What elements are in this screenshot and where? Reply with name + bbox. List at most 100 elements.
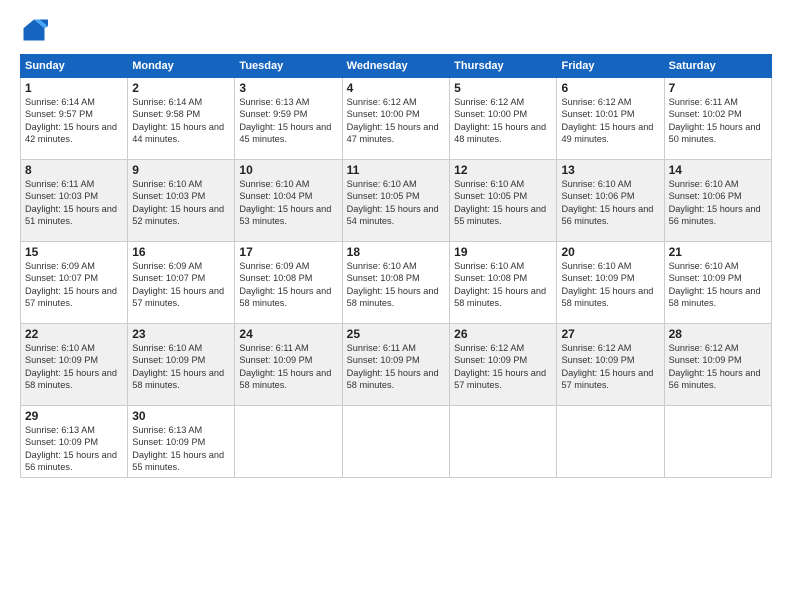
day-detail: Sunrise: 6:11 AM Sunset: 10:03 PM Daylig…: [25, 178, 123, 228]
page-header: [20, 16, 772, 44]
day-detail: Sunrise: 6:13 AM Sunset: 10:09 PM Daylig…: [25, 424, 123, 474]
day-detail: Sunrise: 6:14 AM Sunset: 9:57 PM Dayligh…: [25, 96, 123, 146]
day-number: 20: [561, 245, 659, 259]
table-row: 14 Sunrise: 6:10 AM Sunset: 10:06 PM Day…: [664, 160, 771, 242]
day-number: 17: [239, 245, 337, 259]
table-row: 12 Sunrise: 6:10 AM Sunset: 10:05 PM Day…: [450, 160, 557, 242]
table-row: 24 Sunrise: 6:11 AM Sunset: 10:09 PM Day…: [235, 324, 342, 406]
day-number: 18: [347, 245, 445, 259]
day-detail: Sunrise: 6:11 AM Sunset: 10:09 PM Daylig…: [239, 342, 337, 392]
table-row: 22 Sunrise: 6:10 AM Sunset: 10:09 PM Day…: [21, 324, 128, 406]
day-number: 15: [25, 245, 123, 259]
col-monday: Monday: [128, 55, 235, 78]
day-detail: Sunrise: 6:10 AM Sunset: 10:03 PM Daylig…: [132, 178, 230, 228]
day-number: 1: [25, 81, 123, 95]
calendar-week-row: 15 Sunrise: 6:09 AM Sunset: 10:07 PM Day…: [21, 242, 772, 324]
day-number: 25: [347, 327, 445, 341]
day-detail: Sunrise: 6:14 AM Sunset: 9:58 PM Dayligh…: [132, 96, 230, 146]
table-row: 18 Sunrise: 6:10 AM Sunset: 10:08 PM Day…: [342, 242, 449, 324]
table-row: 9 Sunrise: 6:10 AM Sunset: 10:03 PM Dayl…: [128, 160, 235, 242]
table-row: 2 Sunrise: 6:14 AM Sunset: 9:58 PM Dayli…: [128, 78, 235, 160]
table-row: [450, 406, 557, 478]
day-number: 23: [132, 327, 230, 341]
day-number: 24: [239, 327, 337, 341]
day-detail: Sunrise: 6:11 AM Sunset: 10:09 PM Daylig…: [347, 342, 445, 392]
day-detail: Sunrise: 6:12 AM Sunset: 10:01 PM Daylig…: [561, 96, 659, 146]
table-row: 30 Sunrise: 6:13 AM Sunset: 10:09 PM Day…: [128, 406, 235, 478]
logo: [20, 16, 52, 44]
table-row: 11 Sunrise: 6:10 AM Sunset: 10:05 PM Day…: [342, 160, 449, 242]
day-number: 11: [347, 163, 445, 177]
day-detail: Sunrise: 6:10 AM Sunset: 10:04 PM Daylig…: [239, 178, 337, 228]
table-row: 25 Sunrise: 6:11 AM Sunset: 10:09 PM Day…: [342, 324, 449, 406]
day-number: 14: [669, 163, 767, 177]
day-detail: Sunrise: 6:12 AM Sunset: 10:09 PM Daylig…: [454, 342, 552, 392]
table-row: 19 Sunrise: 6:10 AM Sunset: 10:08 PM Day…: [450, 242, 557, 324]
col-friday: Friday: [557, 55, 664, 78]
day-detail: Sunrise: 6:10 AM Sunset: 10:09 PM Daylig…: [669, 260, 767, 310]
table-row: 8 Sunrise: 6:11 AM Sunset: 10:03 PM Dayl…: [21, 160, 128, 242]
day-number: 12: [454, 163, 552, 177]
day-number: 5: [454, 81, 552, 95]
day-number: 26: [454, 327, 552, 341]
col-tuesday: Tuesday: [235, 55, 342, 78]
calendar-week-row: 1 Sunrise: 6:14 AM Sunset: 9:57 PM Dayli…: [21, 78, 772, 160]
table-row: 4 Sunrise: 6:12 AM Sunset: 10:00 PM Dayl…: [342, 78, 449, 160]
calendar-header-row: Sunday Monday Tuesday Wednesday Thursday…: [21, 55, 772, 78]
table-row: 6 Sunrise: 6:12 AM Sunset: 10:01 PM Dayl…: [557, 78, 664, 160]
col-thursday: Thursday: [450, 55, 557, 78]
table-row: [557, 406, 664, 478]
day-number: 21: [669, 245, 767, 259]
table-row: 16 Sunrise: 6:09 AM Sunset: 10:07 PM Day…: [128, 242, 235, 324]
table-row: [235, 406, 342, 478]
table-row: 10 Sunrise: 6:10 AM Sunset: 10:04 PM Day…: [235, 160, 342, 242]
day-number: 10: [239, 163, 337, 177]
day-detail: Sunrise: 6:09 AM Sunset: 10:07 PM Daylig…: [25, 260, 123, 310]
calendar-week-row: 22 Sunrise: 6:10 AM Sunset: 10:09 PM Day…: [21, 324, 772, 406]
day-number: 28: [669, 327, 767, 341]
day-number: 16: [132, 245, 230, 259]
day-detail: Sunrise: 6:10 AM Sunset: 10:09 PM Daylig…: [132, 342, 230, 392]
day-detail: Sunrise: 6:10 AM Sunset: 10:06 PM Daylig…: [669, 178, 767, 228]
table-row: 29 Sunrise: 6:13 AM Sunset: 10:09 PM Day…: [21, 406, 128, 478]
day-number: 7: [669, 81, 767, 95]
day-detail: Sunrise: 6:12 AM Sunset: 10:09 PM Daylig…: [561, 342, 659, 392]
day-number: 13: [561, 163, 659, 177]
col-sunday: Sunday: [21, 55, 128, 78]
day-detail: Sunrise: 6:13 AM Sunset: 10:09 PM Daylig…: [132, 424, 230, 474]
day-number: 4: [347, 81, 445, 95]
day-detail: Sunrise: 6:09 AM Sunset: 10:07 PM Daylig…: [132, 260, 230, 310]
day-detail: Sunrise: 6:11 AM Sunset: 10:02 PM Daylig…: [669, 96, 767, 146]
table-row: 26 Sunrise: 6:12 AM Sunset: 10:09 PM Day…: [450, 324, 557, 406]
day-number: 27: [561, 327, 659, 341]
day-detail: Sunrise: 6:12 AM Sunset: 10:09 PM Daylig…: [669, 342, 767, 392]
table-row: 28 Sunrise: 6:12 AM Sunset: 10:09 PM Day…: [664, 324, 771, 406]
day-number: 6: [561, 81, 659, 95]
day-detail: Sunrise: 6:10 AM Sunset: 10:05 PM Daylig…: [454, 178, 552, 228]
calendar-week-row: 8 Sunrise: 6:11 AM Sunset: 10:03 PM Dayl…: [21, 160, 772, 242]
day-detail: Sunrise: 6:10 AM Sunset: 10:08 PM Daylig…: [454, 260, 552, 310]
calendar-table: Sunday Monday Tuesday Wednesday Thursday…: [20, 54, 772, 478]
day-detail: Sunrise: 6:10 AM Sunset: 10:09 PM Daylig…: [561, 260, 659, 310]
day-detail: Sunrise: 6:13 AM Sunset: 9:59 PM Dayligh…: [239, 96, 337, 146]
col-wednesday: Wednesday: [342, 55, 449, 78]
table-row: [664, 406, 771, 478]
day-detail: Sunrise: 6:12 AM Sunset: 10:00 PM Daylig…: [347, 96, 445, 146]
calendar-week-row: 29 Sunrise: 6:13 AM Sunset: 10:09 PM Day…: [21, 406, 772, 478]
day-detail: Sunrise: 6:10 AM Sunset: 10:09 PM Daylig…: [25, 342, 123, 392]
day-detail: Sunrise: 6:09 AM Sunset: 10:08 PM Daylig…: [239, 260, 337, 310]
table-row: 15 Sunrise: 6:09 AM Sunset: 10:07 PM Day…: [21, 242, 128, 324]
day-detail: Sunrise: 6:10 AM Sunset: 10:08 PM Daylig…: [347, 260, 445, 310]
day-number: 9: [132, 163, 230, 177]
day-number: 30: [132, 409, 230, 423]
day-detail: Sunrise: 6:10 AM Sunset: 10:05 PM Daylig…: [347, 178, 445, 228]
day-detail: Sunrise: 6:10 AM Sunset: 10:06 PM Daylig…: [561, 178, 659, 228]
day-number: 3: [239, 81, 337, 95]
table-row: 21 Sunrise: 6:10 AM Sunset: 10:09 PM Day…: [664, 242, 771, 324]
day-number: 22: [25, 327, 123, 341]
col-saturday: Saturday: [664, 55, 771, 78]
day-detail: Sunrise: 6:12 AM Sunset: 10:00 PM Daylig…: [454, 96, 552, 146]
table-row: [342, 406, 449, 478]
table-row: 3 Sunrise: 6:13 AM Sunset: 9:59 PM Dayli…: [235, 78, 342, 160]
day-number: 19: [454, 245, 552, 259]
